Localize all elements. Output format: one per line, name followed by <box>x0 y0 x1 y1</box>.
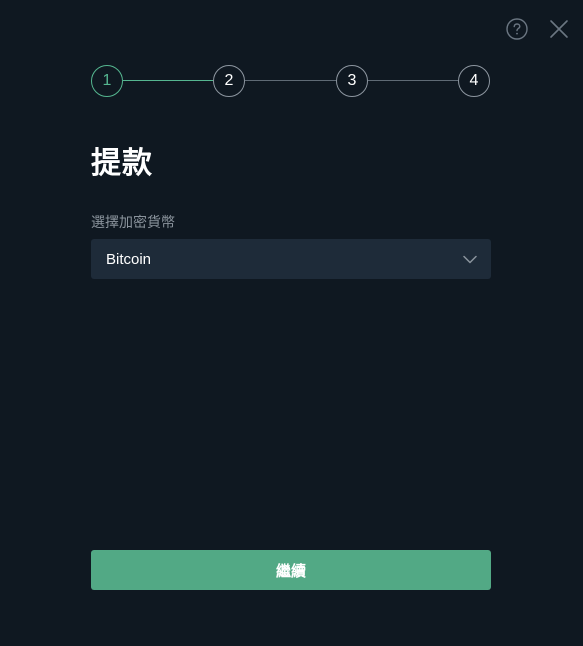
modal-header-icons <box>505 17 571 41</box>
chevron-down-icon <box>463 254 477 264</box>
currency-select[interactable]: Bitcoin <box>91 239 491 279</box>
step-2: 2 <box>213 65 245 97</box>
currency-field-label: 選擇加密貨幣 <box>91 214 175 230</box>
step-connector-1 <box>123 80 214 81</box>
progress-stepper: 1 2 3 4 <box>91 65 491 97</box>
step-connector-3 <box>368 80 460 81</box>
close-button[interactable] <box>547 17 571 41</box>
step-2-label: 2 <box>224 72 234 89</box>
close-icon <box>550 20 568 38</box>
currency-select-value: Bitcoin <box>106 250 152 268</box>
question-circle-icon <box>506 18 528 40</box>
step-connector-2 <box>245 80 337 81</box>
step-4: 4 <box>458 65 490 97</box>
withdraw-modal: 1 2 3 4 提款 選擇加密貨幣 Bitcoin 繼續 <box>0 0 583 646</box>
help-button[interactable] <box>505 17 529 41</box>
step-1-label: 1 <box>102 72 112 89</box>
page-title: 提款 <box>91 147 153 180</box>
step-4-label: 4 <box>469 72 479 89</box>
continue-button[interactable]: 繼續 <box>91 550 491 590</box>
step-3: 3 <box>336 65 368 97</box>
step-1: 1 <box>91 65 123 97</box>
step-3-label: 3 <box>347 72 357 89</box>
